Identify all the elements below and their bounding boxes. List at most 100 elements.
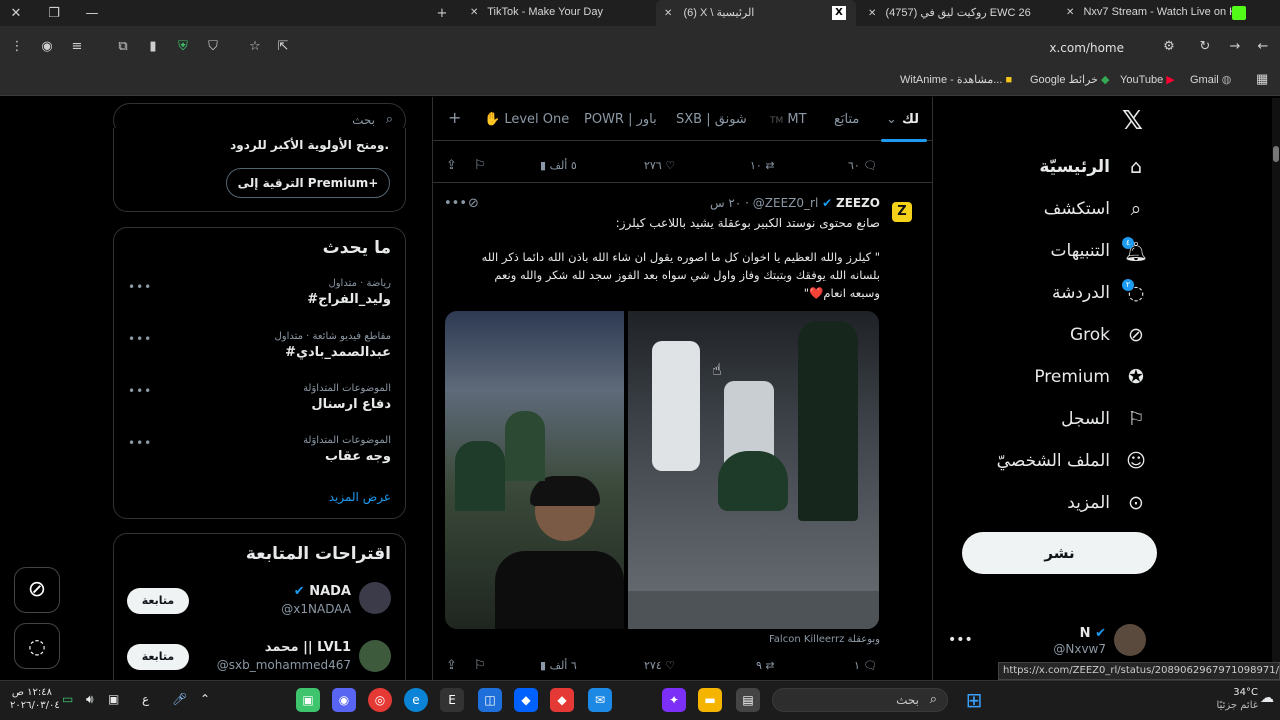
avatar[interactable] (359, 582, 391, 614)
back-icon[interactable]: ← (1254, 38, 1272, 56)
tab-following[interactable]: متابَع (834, 112, 859, 127)
discord-icon[interactable]: ◉ (332, 688, 356, 712)
file-explorer-icon[interactable]: ▬ (698, 688, 722, 712)
views-count[interactable]: ▮ ٦ ألف (540, 659, 577, 672)
puzzle-icon[interactable]: ⧉ (114, 38, 132, 56)
share-icon[interactable]: ⇪ (446, 658, 457, 673)
mail-icon[interactable]: ✉ (588, 688, 612, 712)
more-dots-icon[interactable]: ••• (128, 384, 152, 398)
trend-item[interactable]: وجه عقاب (325, 449, 391, 464)
suggestion-name[interactable]: محمد || LVL1 (265, 640, 351, 655)
nav-home[interactable]: الرئيسيّة ⌂ (1039, 152, 1148, 182)
scrollbar[interactable] (1272, 98, 1280, 680)
playlist-icon[interactable]: ≡ (68, 38, 86, 56)
new-tab-icon[interactable]: + (434, 5, 450, 21)
bookmark-icon[interactable]: ⚐ (474, 658, 486, 673)
bookmark-witanime[interactable]: WitAnime - مشاهدة... ■ (900, 73, 1012, 86)
reply-count[interactable]: ٦٠ 🗨︎ (848, 159, 877, 172)
nav-premium[interactable]: Premium ✪ (1034, 362, 1148, 392)
grok-icon[interactable]: ⊘ (468, 196, 479, 211)
epic-games-icon[interactable]: E (440, 688, 464, 712)
tab-dropdown-icon[interactable]: ⌄ (886, 112, 897, 127)
trend-item[interactable]: #عبدالصمد_بادي (285, 345, 391, 360)
app-icon[interactable]: ◫ (478, 688, 502, 712)
install-icon[interactable]: ⇱ (274, 38, 292, 56)
upgrade-premium-button[interactable]: الترقية إلى Premium+ (226, 168, 390, 198)
bookmark-gmail[interactable]: Gmail ◍ (1190, 73, 1231, 86)
avatar[interactable] (359, 640, 391, 672)
grok-icon[interactable]: ⊘ (14, 567, 60, 613)
tab-x-home[interactable]: ✕ (6) X \ الرئيسية (656, 0, 856, 26)
bookmark-youtube[interactable]: YouTube ▶ (1120, 73, 1175, 86)
windows-start-icon[interactable]: ⊞ (962, 688, 986, 712)
all-bookmarks-icon[interactable]: ▦ (1256, 71, 1268, 87)
nav-bookmarks[interactable]: السجل ⚐ (1061, 404, 1148, 434)
close-window-icon[interactable]: ✕ (8, 5, 24, 21)
reload-icon[interactable]: ↻ (1196, 38, 1214, 56)
tab-for-you[interactable]: لك (902, 112, 919, 127)
app-icon[interactable]: ◆ (550, 688, 574, 712)
close-tab-icon[interactable]: ✕ (868, 8, 876, 19)
post-button[interactable]: نشر (962, 532, 1157, 574)
taskbar-search[interactable]: ⌕ بحث (772, 688, 948, 712)
tab-sxb[interactable]: SXB | شونق (676, 112, 747, 127)
extension-icon[interactable]: ◉ (38, 38, 56, 56)
app-icon[interactable]: ▣ (296, 688, 320, 712)
account-switcher[interactable]: ••• N ✔ @Nxvw7 (944, 622, 1154, 662)
tab-mt[interactable]: TM MT (770, 112, 807, 127)
nav-more[interactable]: المزيد ⊙ (1067, 488, 1148, 518)
network-icon[interactable]: ▣ (108, 692, 119, 706)
trend-item[interactable]: #وليد_الفراج (307, 292, 391, 307)
more-dots-icon[interactable]: ••• (128, 436, 152, 450)
repost-count[interactable]: ١٠ ⇄ (750, 159, 775, 172)
post-image-prostrating[interactable] (628, 311, 879, 629)
share-icon[interactable]: ⇪ (446, 158, 457, 173)
chrome-icon[interactable]: ◎ (368, 688, 392, 712)
app-icon[interactable]: ▤ (736, 688, 760, 712)
close-tab-icon[interactable]: ✕ (1066, 7, 1074, 18)
like-count[interactable]: ٢٧٦ ♡ (644, 159, 675, 172)
add-tab-icon[interactable]: + (448, 108, 461, 127)
tab-powr[interactable]: POWR | باور (584, 112, 657, 127)
post-handle[interactable]: @ZEEZ0_rl (753, 196, 819, 210)
post-tags[interactable]: Falcon Killeerrz وبوعقلة (640, 634, 880, 645)
more-dots-icon[interactable]: ••• (128, 280, 152, 294)
extension-icon[interactable]: ▮ (144, 38, 162, 56)
reply-count[interactable]: ١ 🗨︎ (854, 659, 877, 672)
shield-icon[interactable]: ⛉ (204, 38, 222, 56)
suggestion-name[interactable]: ✔ NADA (294, 584, 351, 599)
views-count[interactable]: ▮ ٥ ألف (540, 159, 577, 172)
shield-icon[interactable]: ⛨ (174, 38, 192, 56)
post-time[interactable]: ٢٠ س (710, 196, 741, 210)
follow-button[interactable]: متابعة (127, 588, 189, 614)
url-field[interactable]: x.com/home (1040, 41, 1124, 55)
battery-icon[interactable]: ▭ (62, 692, 73, 706)
clock[interactable]: ١٢:٤٨ ص ٢٠٢٦/٠٣/٠٤ (10, 686, 60, 712)
language-indicator[interactable]: ع (142, 692, 149, 706)
tab-tiktok[interactable]: ✕ TikTok - Make Your Day (462, 2, 654, 24)
star-icon[interactable]: ☆ (246, 38, 264, 56)
like-count[interactable]: ٢٧٤ ♡ (644, 659, 675, 672)
close-tab-icon[interactable]: ✕ (664, 8, 672, 19)
forward-icon[interactable]: → (1226, 38, 1244, 56)
post-more-icon[interactable]: ••• (444, 196, 467, 211)
repost-count[interactable]: ٩ ⇄ (756, 659, 775, 672)
copilot-icon[interactable]: ✦ (662, 688, 686, 712)
edge-icon[interactable]: e (404, 688, 428, 712)
chevron-up-icon[interactable]: ⌃ (200, 692, 210, 706)
more-dots-icon[interactable]: ••• (128, 332, 152, 346)
nav-profile[interactable]: الملف الشخصيّ ☺ (997, 446, 1148, 476)
close-tab-icon[interactable]: ✕ (470, 7, 478, 18)
dropbox-icon[interactable]: ◆ (514, 688, 538, 712)
tab-level-one[interactable]: ✋ Level One (484, 112, 569, 127)
post-author[interactable]: ZEEZO (836, 196, 880, 210)
avatar[interactable]: Z (892, 202, 912, 222)
show-more-link[interactable]: عرض المزيد (329, 490, 391, 504)
bookmark-maps[interactable]: Google خرائط ◆ (1030, 73, 1110, 86)
post-image-selfie[interactable] (445, 311, 624, 629)
nav-grok[interactable]: Grok ⊘ (1070, 320, 1148, 350)
follow-button[interactable]: متابعة (127, 644, 189, 670)
tab-youtube[interactable]: ✕ (4757) روكيت ليق في EWC 26 (860, 2, 1056, 24)
messages-icon[interactable]: ◌ (14, 623, 60, 669)
weather-widget[interactable]: 34°C غائم جزئيًا (1214, 686, 1258, 712)
